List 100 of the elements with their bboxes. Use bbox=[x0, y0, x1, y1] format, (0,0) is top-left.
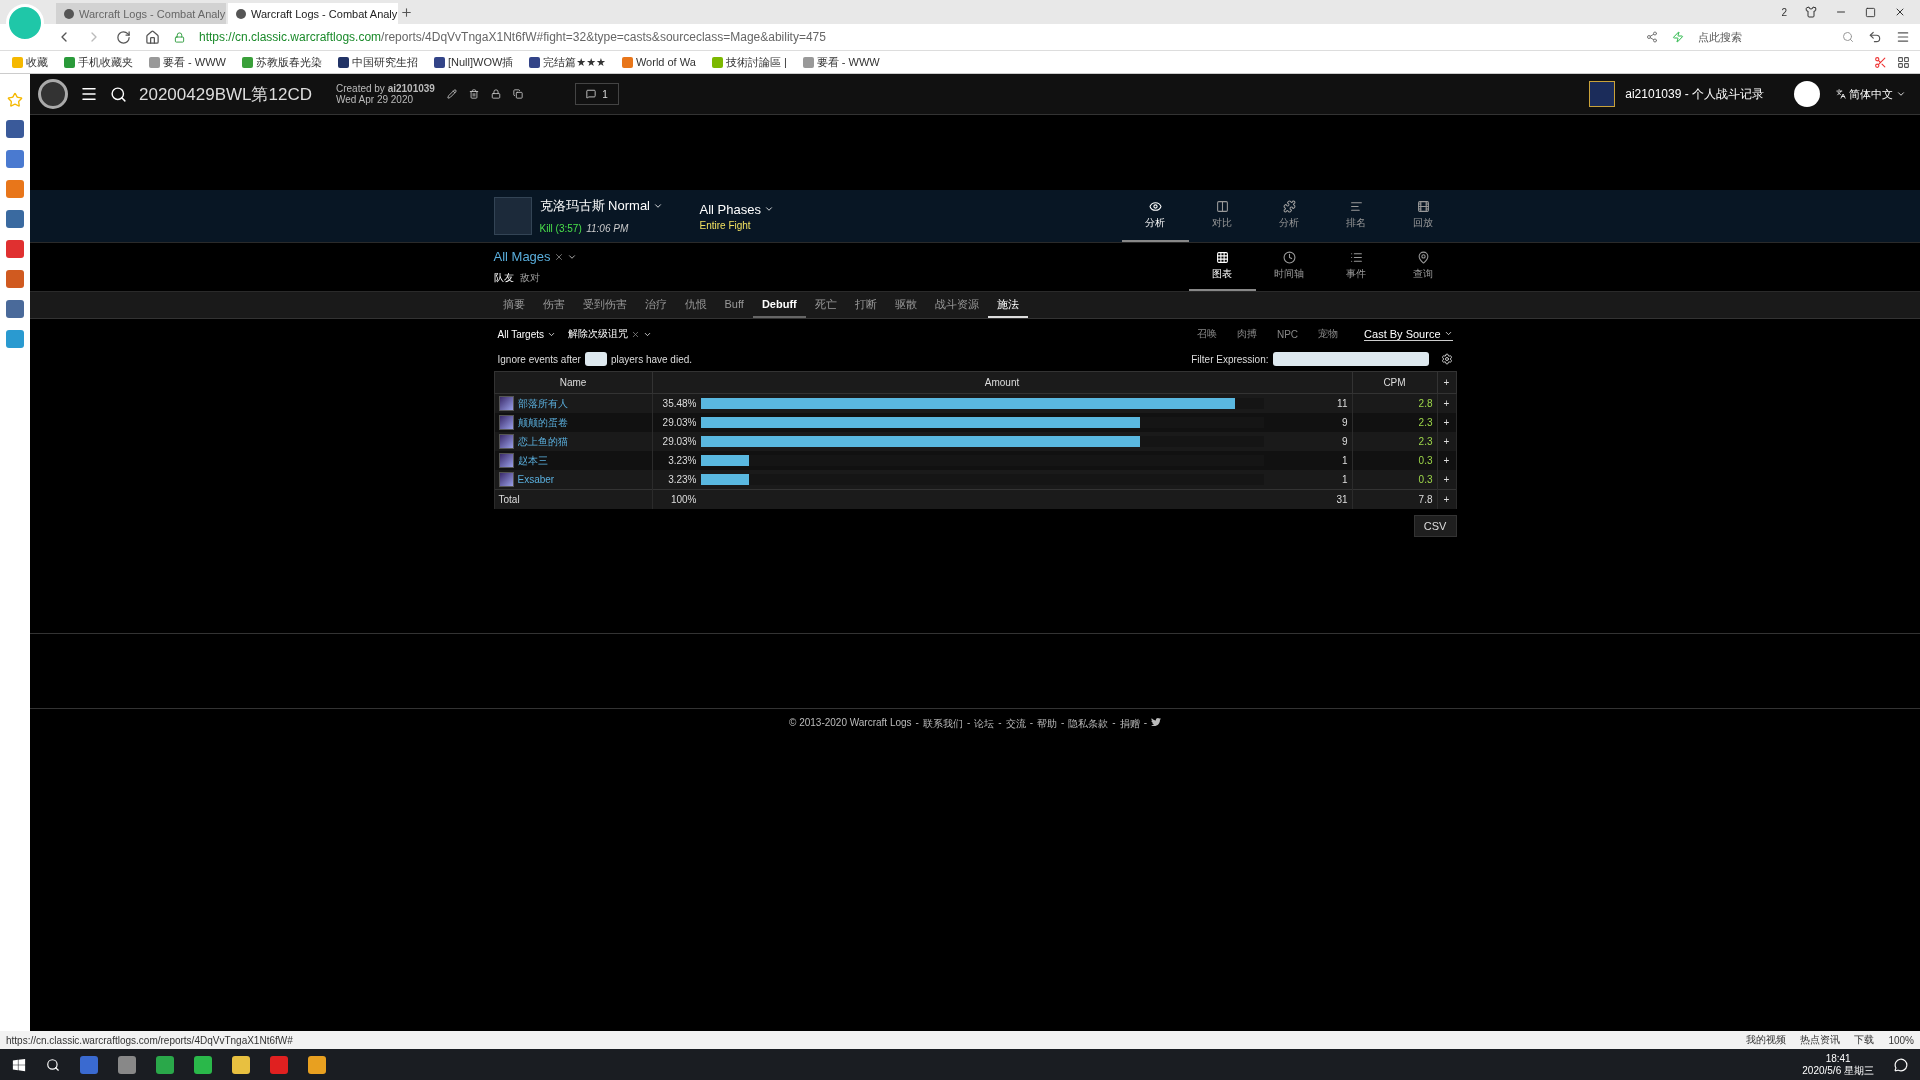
sidebar-app-icon[interactable] bbox=[6, 120, 24, 138]
address-field[interactable]: https://cn.classic.warcraftlogs.com/reports/4DqVvTngaX1Nt6fW#fight=32&type=casts&sourceclass=Mage&ability=475 bbox=[199, 30, 1632, 44]
footer-link[interactable]: 隐私条款 bbox=[1068, 717, 1109, 1031]
nav-tab[interactable]: 回放 bbox=[1389, 190, 1457, 242]
targets-dropdown[interactable]: All Targets bbox=[497, 328, 556, 340]
bookmark-item[interactable]: 收藏 bbox=[12, 54, 48, 70]
player-link[interactable]: 赵本三 bbox=[517, 453, 548, 468]
player-link[interactable]: 恋上鱼的猫 bbox=[517, 434, 568, 449]
view-tab[interactable]: 时间轴 bbox=[1255, 243, 1323, 291]
csv-button[interactable]: CSV bbox=[1413, 515, 1457, 537]
section-tab[interactable]: 驱散 bbox=[885, 292, 926, 318]
section-tab[interactable]: 仇恨 bbox=[675, 292, 716, 318]
source-dropdown[interactable]: All Mages bbox=[493, 249, 577, 264]
players-died-field[interactable] bbox=[584, 352, 607, 366]
bookmark-item[interactable]: 完结篇★★★ bbox=[529, 54, 606, 70]
bookmark-item[interactable]: 苏教版春光染 bbox=[241, 54, 322, 70]
player-link[interactable]: 部落所有人 bbox=[517, 396, 568, 411]
settings-icon[interactable] bbox=[1440, 353, 1453, 365]
add-button[interactable]: + bbox=[1437, 489, 1456, 509]
filter-option[interactable]: 召唤 bbox=[1192, 327, 1221, 341]
bookmark-item[interactable]: World of Wa bbox=[621, 56, 696, 68]
account-link[interactable]: ai2101039 - 个人战斗记录 bbox=[1625, 85, 1764, 103]
side-toggle[interactable]: 敌对 bbox=[519, 271, 546, 285]
section-tab[interactable]: 摘要 bbox=[493, 292, 534, 318]
close-icon bbox=[1894, 6, 1906, 18]
boss-dropdown[interactable]: 克洛玛古斯 Normal bbox=[539, 196, 700, 215]
column-header: Name bbox=[494, 371, 652, 394]
taskbar-app-icon[interactable] bbox=[156, 1055, 174, 1074]
window-count-badge[interactable]: 2 bbox=[1781, 6, 1787, 18]
spell-icon bbox=[498, 415, 514, 430]
remove-icon[interactable] bbox=[631, 329, 640, 339]
bookmark-item[interactable]: 中国研究生招 bbox=[337, 54, 418, 70]
comment-icon bbox=[586, 89, 597, 99]
phases-dropdown[interactable]: All Phases bbox=[699, 201, 774, 217]
notification-icon bbox=[1894, 1057, 1908, 1072]
view-tab[interactable]: 事件 bbox=[1322, 243, 1390, 291]
search-field[interactable]: 点此搜索 bbox=[1698, 29, 1828, 45]
new-tab-icon[interactable] bbox=[400, 5, 413, 19]
avatar[interactable] bbox=[1794, 81, 1820, 107]
footer-link[interactable]: 联系我们 bbox=[922, 717, 963, 1031]
remove-icon[interactable] bbox=[553, 251, 564, 262]
twitter-icon[interactable] bbox=[1151, 717, 1161, 727]
browser-tab[interactable]: Warcraft Logs - Combat Analy bbox=[56, 3, 226, 24]
phase-detail: Entire Fight bbox=[699, 219, 752, 231]
footer-link[interactable]: 交流 bbox=[1005, 717, 1026, 1031]
search-icon bbox=[46, 1057, 60, 1072]
taskbar-app-icon[interactable] bbox=[118, 1055, 136, 1074]
section-tab[interactable]: 死亡 bbox=[805, 292, 846, 318]
bookmark-item[interactable]: 要看 - WWW bbox=[149, 54, 226, 70]
footer-link[interactable]: 论坛 bbox=[974, 717, 995, 1031]
player-link[interactable]: 颠颠的蛋卷 bbox=[517, 415, 568, 430]
section-tab[interactable]: 打断 bbox=[845, 292, 886, 318]
bookmark-item[interactable]: 技術討論區 | bbox=[711, 54, 787, 70]
bookmark-item[interactable]: 要看 - WWW bbox=[802, 54, 880, 70]
comments-button[interactable]: 1 bbox=[574, 83, 619, 105]
bookmark-item[interactable]: [Null]WOW插 bbox=[433, 54, 514, 70]
section-tab[interactable]: 伤害 bbox=[533, 292, 574, 318]
guild-crest-icon bbox=[1589, 81, 1616, 107]
taskbar-app-icon[interactable] bbox=[232, 1055, 250, 1074]
footer-link[interactable]: 帮助 bbox=[1037, 717, 1057, 1031]
section-tab[interactable]: 治疗 bbox=[635, 292, 676, 318]
star-icon bbox=[7, 92, 23, 108]
count-text: 9 bbox=[1340, 417, 1348, 428]
browser-tab[interactable]: Warcraft Logs - Combat Analy bbox=[228, 3, 398, 24]
status-item[interactable]: 下载 bbox=[1854, 1033, 1875, 1047]
status-item[interactable]: 热点资讯 bbox=[1800, 1033, 1841, 1047]
scissors-icon bbox=[1874, 55, 1887, 69]
player-link[interactable]: Exsaber bbox=[517, 474, 555, 485]
language-dropdown[interactable]: 简体中文 bbox=[1830, 85, 1912, 103]
filter-label: Filter Expression: bbox=[1191, 353, 1269, 365]
filter-option[interactable]: 宠物 bbox=[1314, 327, 1343, 341]
section-tab[interactable]: Debuff bbox=[752, 292, 806, 318]
start-icon[interactable] bbox=[12, 1057, 26, 1072]
footer-link[interactable]: 捐赠 bbox=[1119, 717, 1140, 1031]
status-item[interactable]: 100% bbox=[1888, 1034, 1914, 1046]
spell-icon bbox=[498, 434, 514, 449]
side-toggle[interactable]: 队友 bbox=[493, 271, 520, 285]
section-tab[interactable]: 施法 bbox=[987, 292, 1028, 318]
taskbar-app-icon[interactable] bbox=[194, 1055, 212, 1074]
section-tab[interactable]: Buff bbox=[715, 292, 753, 318]
status-item[interactable]: 我的视频 bbox=[1746, 1033, 1787, 1047]
taskbar-app-icon[interactable] bbox=[308, 1055, 326, 1074]
taskbar-clock[interactable]: 18:41 2020/5/6 星期三 bbox=[1802, 1052, 1874, 1077]
menu-icon bbox=[80, 85, 98, 103]
section-tab[interactable]: 战斗资源 bbox=[925, 292, 988, 318]
nav-tab[interactable]: 排名 bbox=[1322, 190, 1390, 242]
site-logo[interactable] bbox=[38, 79, 68, 109]
filter-option[interactable]: NPC bbox=[1272, 328, 1303, 340]
view-tab[interactable]: 查询 bbox=[1389, 243, 1457, 291]
nav-tab[interactable]: 分析 bbox=[1255, 190, 1323, 242]
cast-by-dropdown[interactable]: Cast By Source bbox=[1364, 327, 1453, 341]
section-tab[interactable]: 受到伤害 bbox=[573, 292, 636, 318]
copyright-text: © 2013-2020 Warcraft Logs bbox=[789, 717, 912, 730]
filter-option[interactable]: 肉搏 bbox=[1232, 327, 1261, 341]
bookmark-item[interactable]: 手机收藏夹 bbox=[64, 54, 133, 70]
ability-dropdown[interactable]: 解除次级诅咒 bbox=[568, 327, 652, 341]
list-icon bbox=[1349, 251, 1363, 264]
filter-expression-field[interactable] bbox=[1272, 352, 1429, 366]
spell-icon bbox=[498, 472, 514, 487]
nav-tab[interactable]: 对比 bbox=[1188, 190, 1256, 242]
